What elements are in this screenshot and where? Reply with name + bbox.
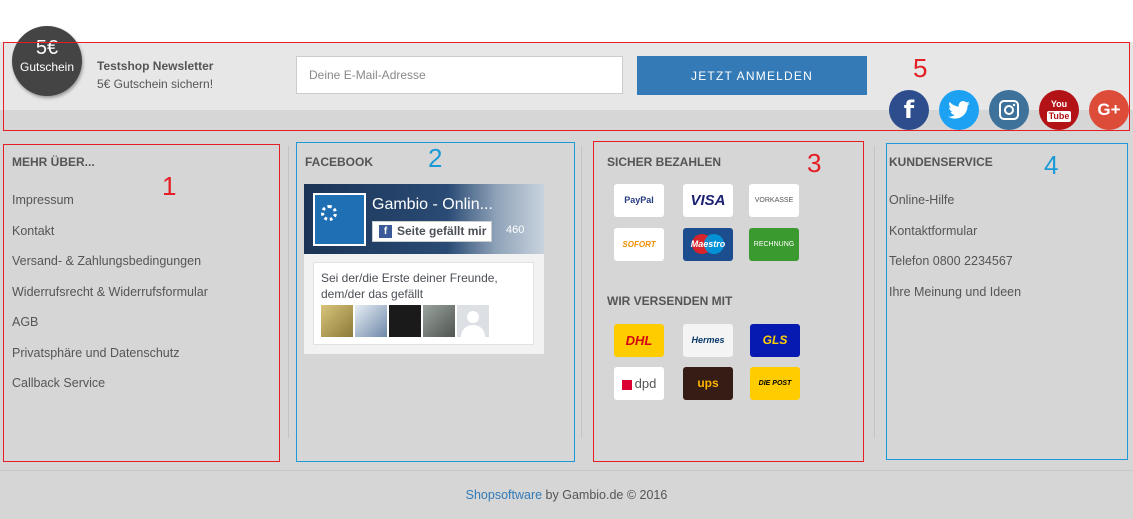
annotation-number-5: 5	[913, 53, 928, 83]
annotation-box-2	[296, 142, 575, 462]
copyright-suffix: by Gambio.de © 2016	[542, 488, 668, 502]
annotation-box-4	[886, 143, 1128, 460]
column-divider	[581, 146, 582, 438]
column-divider	[874, 146, 875, 438]
annotation-box-5	[3, 42, 1130, 131]
copyright: Shopsoftware by Gambio.de © 2016	[0, 488, 1133, 502]
annotation-box-3	[593, 141, 864, 462]
annotation-number-4: 4	[1044, 150, 1059, 180]
annotation-box-1	[3, 144, 280, 462]
annotation-number-1: 1	[162, 171, 177, 201]
annotation-number-2: 2	[428, 143, 443, 173]
annotation-number-3: 3	[807, 148, 822, 178]
shopsoftware-link[interactable]: Shopsoftware	[466, 488, 542, 502]
column-divider	[288, 146, 289, 438]
